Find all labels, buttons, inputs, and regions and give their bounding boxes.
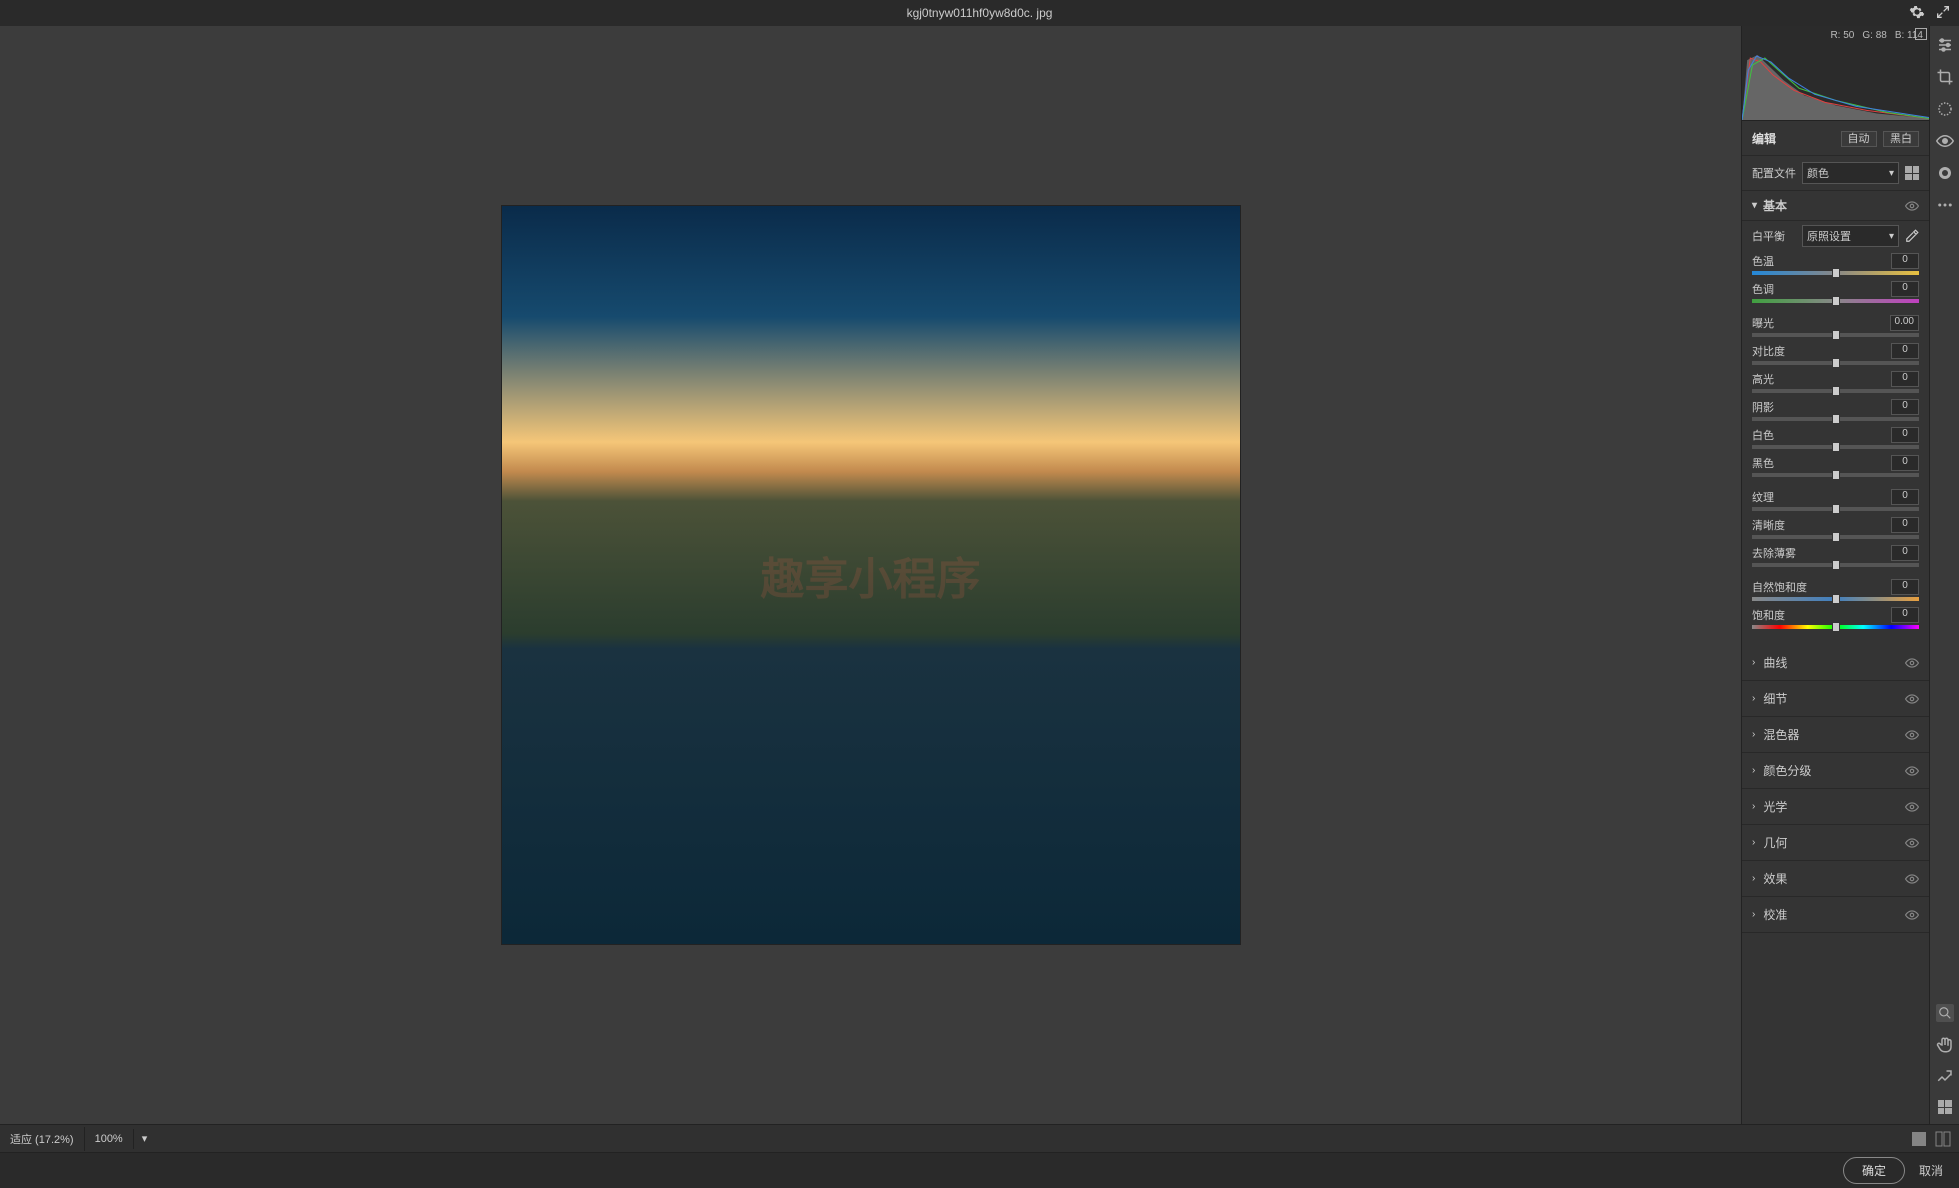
grid-icon[interactable] xyxy=(1938,1100,1952,1114)
section-curve[interactable]: ›曲线 xyxy=(1742,645,1929,681)
image-preview xyxy=(501,205,1241,945)
chevron-right-icon: › xyxy=(1752,693,1755,704)
slider-highlights[interactable]: 高光0 xyxy=(1752,371,1919,393)
eye-icon[interactable] xyxy=(1905,908,1919,922)
crop-icon[interactable] xyxy=(1936,68,1954,86)
hand-icon[interactable] xyxy=(1936,1036,1954,1054)
section-optics[interactable]: ›光学 xyxy=(1742,789,1929,825)
auto-button[interactable]: 自动 xyxy=(1841,131,1877,147)
section-geometry[interactable]: ›几何 xyxy=(1742,825,1929,861)
zoom-fit-button[interactable]: 适应 (17.2%) xyxy=(0,1127,85,1151)
titlebar: kgj0tnyw011hf0yw8d0c. jpg xyxy=(0,0,1959,26)
section-detail[interactable]: ›细节 xyxy=(1742,681,1929,717)
edit-label: 编辑 xyxy=(1752,130,1776,147)
eyedropper-icon[interactable] xyxy=(1905,229,1919,243)
profile-select[interactable]: 颜色 ▾ xyxy=(1802,162,1899,184)
sliders-icon[interactable] xyxy=(1936,36,1954,54)
zoom-dropdown[interactable]: ▾ xyxy=(134,1128,156,1149)
more-icon[interactable] xyxy=(1936,196,1954,214)
bw-button[interactable]: 黑白 xyxy=(1883,131,1919,147)
eye-icon[interactable] xyxy=(1905,872,1919,886)
filename: kgj0tnyw011hf0yw8d0c. jpg xyxy=(907,6,1053,20)
slider-whites[interactable]: 白色0 xyxy=(1752,427,1919,449)
chevron-right-icon: › xyxy=(1752,909,1755,920)
wb-select[interactable]: 原照设置 ▾ xyxy=(1802,225,1899,247)
target-adjust-icon[interactable] xyxy=(1936,1068,1954,1086)
slider-vibrance[interactable]: 自然饱和度0 xyxy=(1752,579,1919,601)
mask-icon[interactable] xyxy=(1936,164,1954,182)
chevron-right-icon: › xyxy=(1752,765,1755,776)
split-view-icon[interactable] xyxy=(1935,1131,1951,1147)
redeye-icon[interactable] xyxy=(1936,132,1954,150)
histo-b: B: 114 xyxy=(1895,30,1923,41)
profile-label: 配置文件 xyxy=(1752,165,1796,181)
slider-texture[interactable]: 纹理0 xyxy=(1752,489,1919,511)
section-effects[interactable]: ›效果 xyxy=(1742,861,1929,897)
action-bar: 确定 取消 xyxy=(0,1152,1959,1188)
canvas-area[interactable]: 趣享小程序 xyxy=(0,26,1741,1124)
slider-clarity[interactable]: 清晰度0 xyxy=(1752,517,1919,539)
slider-saturation[interactable]: 饱和度0 xyxy=(1752,607,1919,629)
slider-contrast[interactable]: 对比度0 xyxy=(1752,343,1919,365)
heal-icon[interactable] xyxy=(1936,100,1954,118)
wb-label: 白平衡 xyxy=(1752,228,1796,244)
zoom-100-button[interactable]: 100% xyxy=(85,1129,134,1149)
cancel-button[interactable]: 取消 xyxy=(1919,1162,1943,1179)
histo-r: R: 50 xyxy=(1830,30,1854,41)
slider-dehaze[interactable]: 去除薄雾0 xyxy=(1752,545,1919,567)
chevron-down-icon: ▾ xyxy=(1889,168,1894,179)
zoom-icon[interactable] xyxy=(1936,1004,1954,1022)
section-mixer[interactable]: ›混色器 xyxy=(1742,717,1929,753)
eye-icon[interactable] xyxy=(1905,656,1919,670)
eye-icon[interactable] xyxy=(1905,728,1919,742)
basic-header[interactable]: ▾基本 xyxy=(1742,191,1929,221)
chevron-right-icon: › xyxy=(1752,801,1755,812)
section-grading[interactable]: ›颜色分级 xyxy=(1742,753,1929,789)
basic-body: 白平衡 原照设置 ▾ 色温0 色调0 曝光0.00 对比度0 高光0 阴影0 白… xyxy=(1742,221,1929,645)
eye-icon[interactable] xyxy=(1905,764,1919,778)
eye-icon[interactable] xyxy=(1905,692,1919,706)
slider-temp[interactable]: 色温0 xyxy=(1752,253,1919,275)
slider-blacks[interactable]: 黑色0 xyxy=(1752,455,1919,477)
chevron-down-icon: ▾ xyxy=(1752,200,1757,211)
maximize-icon[interactable] xyxy=(1935,4,1951,20)
slider-exposure[interactable]: 曝光0.00 xyxy=(1752,315,1919,337)
single-view-icon[interactable] xyxy=(1911,1131,1927,1147)
histogram[interactable]: R: 50 G: 88 B: 114 xyxy=(1742,26,1929,121)
edit-panel: R: 50 G: 88 B: 114 编辑 自动 黑白 xyxy=(1741,26,1929,1124)
histo-g: G: 88 xyxy=(1862,30,1886,41)
chevron-right-icon: › xyxy=(1752,657,1755,668)
toolbar-right xyxy=(1929,26,1959,1124)
chevron-right-icon: › xyxy=(1752,873,1755,884)
footer: 适应 (17.2%) 100% ▾ xyxy=(0,1124,1959,1152)
chevron-down-icon: ▾ xyxy=(1889,231,1894,242)
slider-shadows[interactable]: 阴影0 xyxy=(1752,399,1919,421)
eye-icon[interactable] xyxy=(1905,836,1919,850)
ok-button[interactable]: 确定 xyxy=(1843,1157,1905,1184)
slider-tint[interactable]: 色调0 xyxy=(1752,281,1919,303)
chevron-right-icon: › xyxy=(1752,729,1755,740)
profile-grid-icon[interactable] xyxy=(1905,166,1919,180)
eye-icon[interactable] xyxy=(1905,199,1919,213)
section-calibration[interactable]: ›校准 xyxy=(1742,897,1929,933)
eye-icon[interactable] xyxy=(1905,800,1919,814)
gear-icon[interactable] xyxy=(1909,4,1925,20)
chevron-right-icon: › xyxy=(1752,837,1755,848)
